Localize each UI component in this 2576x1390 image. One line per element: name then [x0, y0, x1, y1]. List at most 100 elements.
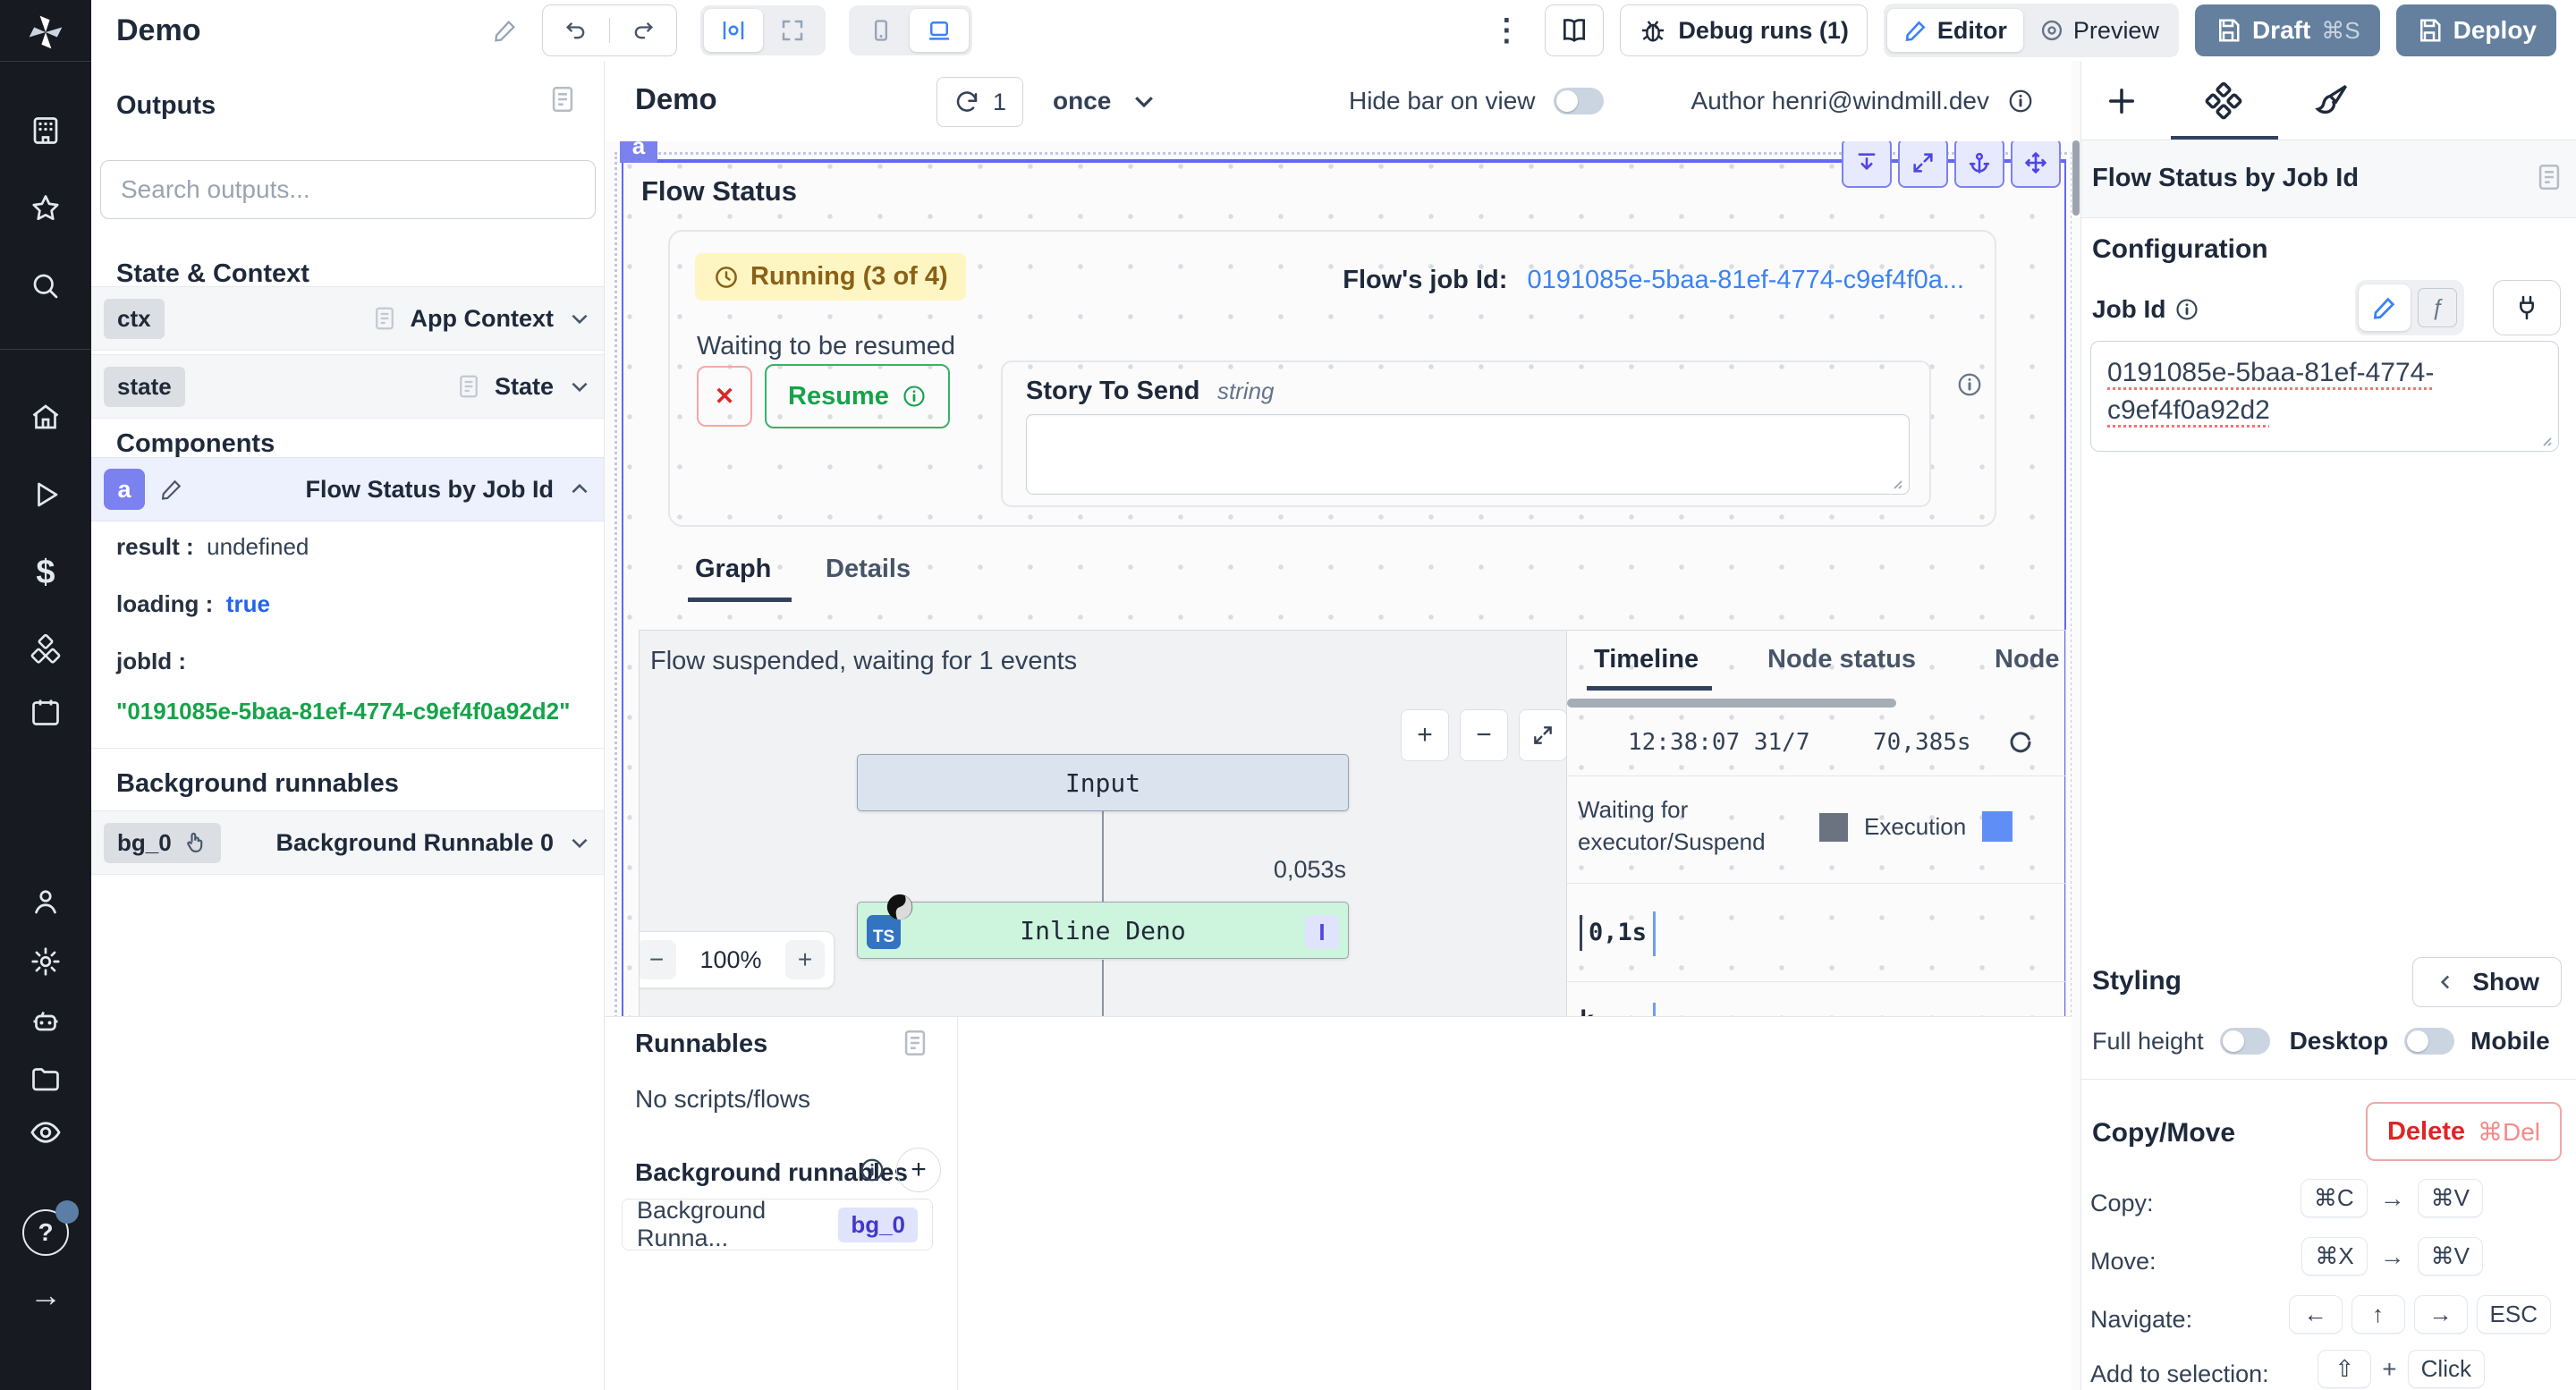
refresh-button[interactable]: 1: [936, 77, 1023, 127]
undo-button[interactable]: [543, 18, 610, 43]
bg-runnable-item[interactable]: Background Runna... bg_0: [622, 1199, 933, 1250]
runnables-doc-icon[interactable]: [900, 1028, 930, 1058]
graph-area[interactable]: Flow suspended, waiting for 1 events + −…: [640, 631, 1566, 1016]
job-id-resize-handle[interactable]: [2538, 433, 2553, 447]
workers-icon[interactable]: [0, 996, 91, 1047]
resources-icon[interactable]: [0, 624, 91, 674]
tab-graph[interactable]: Graph: [695, 555, 771, 584]
job-id-info-icon[interactable]: [2174, 297, 2199, 322]
bg-runnables-info-icon[interactable]: [859, 1157, 886, 1183]
state-chevron-down-icon[interactable]: [568, 375, 591, 398]
audit-logs-icon[interactable]: [0, 1107, 91, 1157]
user-icon[interactable]: [0, 877, 91, 927]
deploy-button[interactable]: Deploy: [2396, 4, 2556, 56]
legend-execution-label: Execution: [1864, 813, 1966, 841]
folders-icon[interactable]: [0, 1054, 91, 1104]
runs-icon[interactable]: [0, 470, 91, 520]
kbd-cmd-x: ⌘X: [2301, 1237, 2367, 1276]
bg0-chevron-down-icon[interactable]: [568, 831, 591, 854]
tab-node-status[interactable]: Node status: [1767, 645, 1916, 674]
debug-runs-button[interactable]: Debug runs (1): [1620, 4, 1868, 56]
fx-input-mode-button[interactable]: ƒ: [2418, 288, 2457, 327]
home-icon[interactable]: [0, 392, 91, 442]
styling-tab[interactable]: [2312, 81, 2351, 120]
form-info-icon[interactable]: [1956, 371, 1983, 398]
full-width-layout-button[interactable]: [763, 9, 822, 52]
help-icon[interactable]: ?: [0, 1208, 91, 1258]
selected-component-flow-status[interactable]: a Flow Status Running (3 of 4) Flow's jo: [622, 159, 2066, 1016]
component-chevron-up-icon[interactable]: [568, 478, 591, 501]
search-icon[interactable]: [0, 261, 91, 311]
zoom-in-button[interactable]: +: [785, 940, 825, 979]
job-id-textarea[interactable]: 0191085e-5baa-81ef-4774- c9ef4f0a92d2: [2090, 341, 2559, 452]
workspace-icon[interactable]: [0, 106, 91, 156]
rename-app-icon[interactable]: [492, 17, 519, 44]
state-row[interactable]: state State: [91, 354, 604, 419]
app-canvas[interactable]: a Flow Status Running (3 of 4) Flow's jo: [605, 141, 2072, 1016]
flow-job-id-link[interactable]: 0191085e-5baa-81ef-4774-c9ef4f0a...: [1527, 266, 1964, 294]
ctx-row[interactable]: ctx App Context: [91, 286, 604, 351]
main-scrollbar-thumb[interactable]: [2072, 140, 2080, 216]
static-input-mode-button[interactable]: [2359, 284, 2411, 331]
schedules-icon[interactable]: [0, 687, 91, 737]
centered-layout-button[interactable]: [704, 9, 763, 52]
graph-node-input[interactable]: Input: [857, 754, 1349, 811]
move-icon[interactable]: [2011, 141, 2061, 188]
add-bg-runnable-button[interactable]: +: [896, 1148, 941, 1192]
component-rename-icon[interactable]: [159, 477, 184, 502]
desktop-toggle[interactable]: [2404, 1028, 2454, 1055]
ctx-chevron-down-icon[interactable]: [568, 307, 591, 330]
windmill-logo[interactable]: [0, 7, 91, 57]
search-outputs-input[interactable]: [100, 160, 596, 219]
editor-tab[interactable]: Editor: [1887, 9, 2023, 52]
docs-button[interactable]: [1545, 4, 1604, 56]
component-settings-tab[interactable]: [2203, 81, 2244, 122]
resume-flow-button[interactable]: Resume: [765, 364, 950, 428]
graph-zoom-out-button[interactable]: −: [1460, 709, 1508, 761]
refresh-mode-dropdown[interactable]: once: [1053, 77, 1157, 125]
full-height-toggle[interactable]: [2220, 1028, 2270, 1055]
insert-component-tab[interactable]: [2103, 82, 2140, 120]
cancel-flow-button[interactable]: ✕: [697, 366, 752, 427]
more-menu-icon[interactable]: ⋮: [1484, 13, 1529, 48]
collapse-rail-icon[interactable]: →: [0, 1270, 91, 1320]
step1-duration: 0,1s: [1589, 919, 1647, 946]
timeline-h-scrollbar[interactable]: [1567, 699, 1896, 708]
delete-component-button[interactable]: Delete ⌘Del: [2366, 1102, 2562, 1161]
component-a-row[interactable]: a Flow Status by Job Id: [91, 457, 604, 521]
draft-button[interactable]: Draft ⌘S: [2195, 4, 2380, 56]
prop-result: result : undefined: [116, 533, 309, 561]
favorites-icon[interactable]: [0, 183, 91, 233]
background-runnable-row[interactable]: bg_0 Background Runnable 0: [91, 810, 604, 875]
prop-jobid-value: "0191085e-5baa-81ef-4774-c9ef4f0a92d2": [116, 698, 570, 725]
mobile-view-button[interactable]: [852, 9, 910, 52]
preview-tab[interactable]: Preview: [2023, 9, 2175, 52]
component-tag-badge[interactable]: a: [620, 141, 657, 163]
tab-timeline[interactable]: Timeline: [1594, 645, 1699, 674]
author-info-icon[interactable]: [2007, 88, 2034, 114]
textarea-resize-handle[interactable]: [1889, 476, 1903, 490]
anchor-icon[interactable]: [1954, 141, 2004, 188]
expand-icon[interactable]: [1898, 141, 1948, 188]
outputs-doc-icon[interactable]: [547, 84, 578, 114]
settings-doc-icon[interactable]: [2534, 162, 2564, 192]
show-styling-button[interactable]: Show: [2412, 957, 2562, 1007]
dock-bottom-icon[interactable]: [1842, 141, 1892, 188]
main-scrollbar-track[interactable]: [2072, 61, 2080, 1390]
zoom-out-button[interactable]: −: [639, 940, 676, 979]
connect-input-button[interactable]: [2493, 280, 2561, 335]
timeline-legend-row: Waiting forexecutor/Suspend Execution: [1567, 776, 2066, 884]
settings-icon[interactable]: [0, 937, 91, 987]
variables-icon[interactable]: $: [0, 547, 91, 598]
redo-button[interactable]: [610, 18, 676, 43]
tab-details[interactable]: Details: [826, 555, 911, 584]
graph-zoom-in-button[interactable]: +: [1401, 709, 1449, 761]
graph-node-inline-deno[interactable]: TS Inline Deno I: [857, 902, 1349, 959]
hide-bar-toggle[interactable]: [1554, 88, 1604, 114]
graph-fit-button[interactable]: [1519, 709, 1567, 761]
canvas-layout-toggle: [700, 5, 826, 55]
settings-component-title: Flow Status by Job Id: [2092, 164, 2359, 193]
tab-node-def[interactable]: Node: [1995, 645, 2060, 674]
story-to-send-textarea[interactable]: [1026, 414, 1910, 495]
desktop-view-button[interactable]: [910, 9, 969, 52]
